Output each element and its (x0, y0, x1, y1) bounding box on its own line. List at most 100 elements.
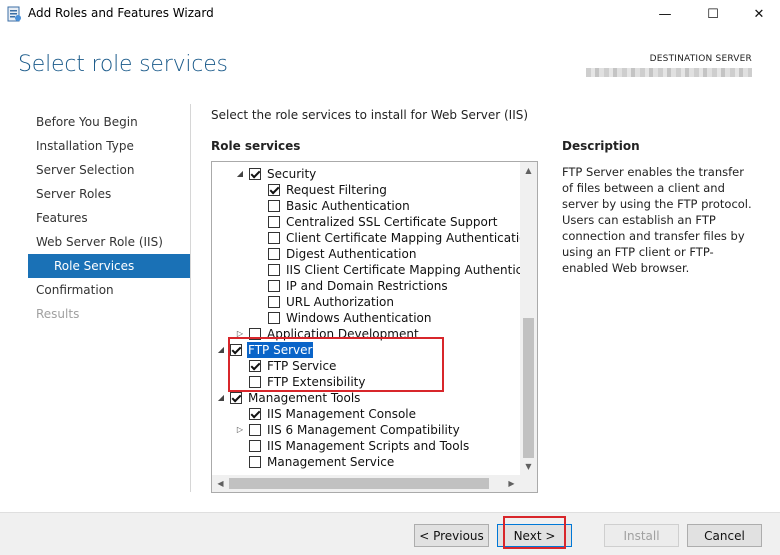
tree-row-ftp-server[interactable]: ◢ FTP Server (212, 342, 520, 358)
install-button[interactable]: Install (604, 524, 679, 547)
nav-item-installation-type[interactable]: Installation Type (28, 134, 190, 158)
nav-divider (190, 104, 191, 492)
scroll-corner (520, 475, 537, 492)
tree-row-client-certificate-mapping-authentication[interactable]: Client Certificate Mapping Authenticatio… (212, 230, 520, 246)
scroll-left-arrow-icon[interactable]: ◀ (212, 475, 229, 492)
nav-item-role-services[interactable]: Role Services (28, 254, 190, 278)
horizontal-scrollbar[interactable]: ◀ ▶ (212, 475, 520, 492)
vertical-scrollbar[interactable]: ▲ ▼ (520, 162, 537, 475)
checkbox[interactable] (249, 424, 261, 436)
tree-row-iis-client-certificate-mapping-authenticatic[interactable]: IIS Client Certificate Mapping Authentic… (212, 262, 520, 278)
role-services-header: Role services (211, 139, 301, 153)
checkbox[interactable] (249, 360, 261, 372)
next-button[interactable]: Next > (497, 524, 572, 547)
tree-row-label: URL Authorization (286, 295, 394, 309)
tree-row-label: IIS 6 Management Compatibility (267, 423, 460, 437)
tree-row-iis-6-management-compatibility[interactable]: ▷ IIS 6 Management Compatibility (212, 422, 520, 438)
tree-row-ip-and-domain-restrictions[interactable]: IP and Domain Restrictions (212, 278, 520, 294)
horizontal-scroll-thumb[interactable] (229, 478, 489, 489)
tree-row-label: Request Filtering (286, 183, 387, 197)
tree-row-label: Digest Authentication (286, 247, 417, 261)
tree-row-label: Basic Authentication (286, 199, 410, 213)
expanded-triangle-icon[interactable]: ◢ (216, 344, 226, 356)
checkbox[interactable] (230, 392, 242, 404)
tree-row-iis-management-scripts-and-tools[interactable]: IIS Management Scripts and Tools (212, 438, 520, 454)
tree-row-label: Management Tools (248, 391, 361, 405)
minimize-button[interactable]: — (642, 0, 688, 28)
tree-viewport: ◢ Security Request Filtering Basic Authenti… (212, 162, 520, 475)
destination-server-label: DESTINATION SERVER (649, 54, 752, 64)
tree-row-label: FTP Server (247, 342, 314, 358)
checkbox[interactable] (268, 248, 280, 260)
tree-row-basic-authentication[interactable]: Basic Authentication (212, 198, 520, 214)
tree-row-ftp-extensibility[interactable]: FTP Extensibility (212, 374, 520, 390)
cancel-button[interactable]: Cancel (687, 524, 762, 547)
checkbox[interactable] (249, 168, 261, 180)
close-button[interactable]: ✕ (736, 0, 780, 28)
title-bar: Add Roles and Features Wizard — ☐ ✕ (0, 0, 780, 28)
checkbox[interactable] (249, 440, 261, 452)
tree-row-iis-management-console[interactable]: IIS Management Console (212, 406, 520, 422)
nav-item-confirmation[interactable]: Confirmation (28, 278, 190, 302)
description-text: FTP Server enables the transfer of files… (562, 165, 752, 275)
nav-item-server-roles[interactable]: Server Roles (28, 182, 190, 206)
checkbox[interactable] (268, 232, 280, 244)
tree-row-label: Security (267, 167, 317, 181)
window-title: Add Roles and Features Wizard (28, 6, 214, 20)
checkbox[interactable] (268, 264, 280, 276)
checkbox[interactable] (268, 184, 280, 196)
tree-row-digest-authentication[interactable]: Digest Authentication (212, 246, 520, 262)
tree-row-ftp-service[interactable]: FTP Service (212, 358, 520, 374)
previous-button[interactable]: < Previous (414, 524, 489, 547)
server-manager-icon (7, 6, 21, 22)
checkbox[interactable] (268, 200, 280, 212)
tree-row-label: FTP Extensibility (267, 375, 366, 389)
scroll-down-arrow-icon[interactable]: ▼ (520, 458, 537, 475)
description-header: Description (562, 139, 640, 153)
tree-row-label: IIS Management Console (267, 407, 417, 421)
tree-row-url-authorization[interactable]: URL Authorization (212, 294, 520, 310)
tree-row-label: Client Certificate Mapping Authenticatio… (286, 231, 520, 245)
checkbox[interactable] (268, 280, 280, 292)
tree-row-label: Application Development (267, 327, 419, 341)
tree-row-request-filtering[interactable]: Request Filtering (212, 182, 520, 198)
tree-row-management-tools[interactable]: ◢ Management Tools (212, 390, 520, 406)
nav-item-web-server-role-iis[interactable]: Web Server Role (IIS) (28, 230, 190, 254)
tree-row-windows-authentication[interactable]: Windows Authentication (212, 310, 520, 326)
destination-server-value-redacted (586, 68, 752, 77)
checkbox[interactable] (230, 344, 242, 356)
tree-row-centralized-ssl-certificate-support[interactable]: Centralized SSL Certificate Support (212, 214, 520, 230)
collapsed-triangle-icon[interactable]: ▷ (235, 424, 245, 436)
expanded-triangle-icon[interactable]: ◢ (235, 168, 245, 180)
nav-item-results: Results (36, 307, 80, 321)
tree-row-application-development[interactable]: ▷ Application Development (212, 326, 520, 342)
collapsed-triangle-icon[interactable]: ▷ (235, 328, 245, 340)
expanded-triangle-icon[interactable]: ◢ (216, 392, 226, 404)
wizard-nav: Before You Begin Installation Type Server … (28, 110, 190, 326)
tree-row-label: Management Service (267, 455, 395, 469)
tree-row-label: IIS Client Certificate Mapping Authentic… (286, 263, 520, 277)
tree-row-security[interactable]: ◢ Security (212, 166, 520, 182)
nav-item-server-selection[interactable]: Server Selection (28, 158, 190, 182)
page-title: Select role services (18, 52, 228, 77)
checkbox[interactable] (249, 376, 261, 388)
checkbox[interactable] (268, 312, 280, 324)
tree-row-management-service[interactable]: Management Service (212, 454, 520, 470)
checkbox[interactable] (268, 216, 280, 228)
scroll-up-arrow-icon[interactable]: ▲ (520, 162, 537, 179)
nav-item-features[interactable]: Features (28, 206, 190, 230)
scroll-right-arrow-icon[interactable]: ▶ (503, 475, 520, 492)
tree-row-label: Windows Authentication (286, 311, 432, 325)
checkbox[interactable] (249, 408, 261, 420)
maximize-button[interactable]: ☐ (690, 0, 736, 28)
checkbox[interactable] (249, 328, 261, 340)
role-services-tree[interactable]: ◢ Security Request Filtering Basic Authenti… (211, 161, 538, 493)
tree-row-label: FTP Service (267, 359, 337, 373)
vertical-scroll-thumb[interactable] (523, 318, 534, 458)
nav-item-before-you-begin[interactable]: Before You Begin (28, 110, 190, 134)
checkbox[interactable] (268, 296, 280, 308)
instruction-text: Select the role services to install for … (211, 108, 529, 122)
tree-row-label: Centralized SSL Certificate Support (286, 215, 498, 229)
checkbox[interactable] (249, 456, 261, 468)
tree-row-label: IP and Domain Restrictions (286, 279, 448, 293)
